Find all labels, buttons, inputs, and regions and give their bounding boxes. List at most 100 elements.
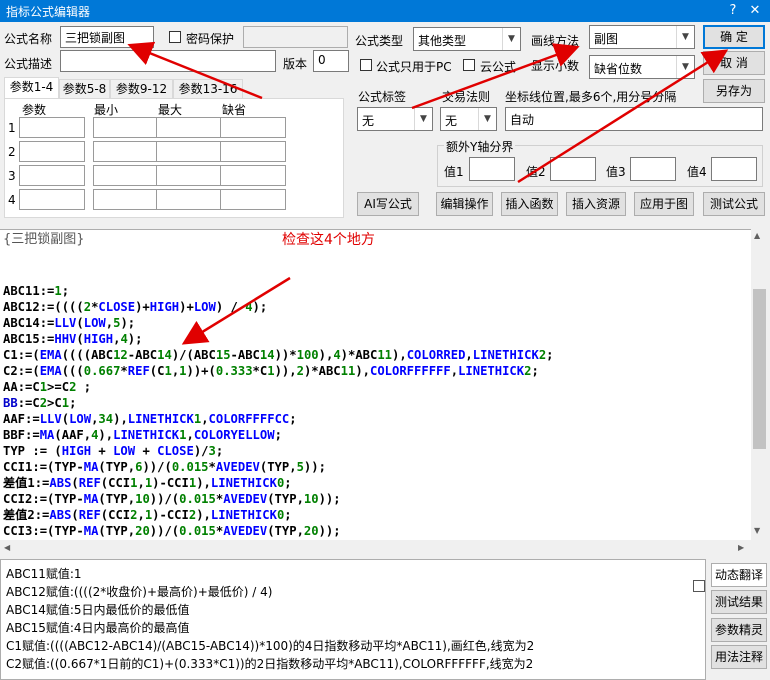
code-line: C2:=(EMA(((0.667*REF(C1,1))+(0.333*C1)),… (3, 364, 539, 378)
output-line: C1赋值:((((ABC12-ABC14)/(ABC15-ABC14))*100… (6, 639, 535, 653)
code-editor[interactable]: {三把锁副图} ABC11:=1; ABC12:=((((2*CLOSE)+HIG… (0, 229, 751, 541)
param-4-name[interactable] (19, 189, 85, 210)
param-1-max[interactable] (156, 117, 222, 138)
code-line: CCI1:=(TYP-MA(TYP,6))/(0.015*AVEDEV(TYP,… (3, 460, 326, 474)
param-1-name[interactable] (19, 117, 85, 138)
dynamic-translate-button[interactable]: 动态翻译 (711, 563, 767, 587)
param-header-default: 缺省 (222, 103, 247, 117)
param-header-name: 参数 (22, 103, 47, 117)
edit-ops-button[interactable]: 编辑操作 (436, 192, 493, 216)
code-line: ABC14:=LLV(LOW,5); (3, 316, 136, 330)
version-input[interactable]: 0 (313, 50, 349, 72)
scroll-right-icon[interactable]: ▶ (738, 543, 744, 552)
decimals-label: 显示小数 (531, 59, 580, 73)
value4-input[interactable] (711, 157, 757, 181)
coord-line-input[interactable]: 自动 (505, 107, 763, 131)
password-label: 密码保护 (186, 32, 235, 46)
param-2-default[interactable] (220, 141, 286, 162)
horizontal-scrollbar[interactable]: ◀ ▶ (0, 540, 751, 557)
pc-only-checkbox[interactable] (360, 59, 372, 71)
vertical-scrollbar[interactable]: ▲ ▼ (751, 229, 768, 540)
param-2-name[interactable] (19, 141, 85, 162)
scroll-up-icon[interactable]: ▲ (754, 231, 760, 240)
insert-function-button[interactable]: 插入函数 (501, 192, 558, 216)
window-title: 指标公式编辑器 (6, 5, 91, 19)
code-line: ABC11:=1; (3, 284, 70, 298)
value1-label: 值1 (444, 165, 464, 179)
param-2-max[interactable] (156, 141, 222, 162)
formula-type-select[interactable]: 其他类型 ▼ (413, 27, 521, 51)
close-icon[interactable]: ✕ (746, 2, 764, 20)
output-line: ABC11赋值:1 (6, 567, 82, 581)
param-2-min[interactable] (93, 141, 159, 162)
tab-params-1-4[interactable]: 参数1-4 (4, 77, 59, 99)
value3-label: 值3 (606, 165, 626, 179)
param-4-min[interactable] (93, 189, 159, 210)
param-3-max[interactable] (156, 165, 222, 186)
formula-desc-label: 公式描述 (4, 57, 53, 71)
password-checkbox[interactable] (169, 31, 181, 43)
code-line: 差值1:=ABS(REF(CCI1,1)-CCI1),LINETHICK0; (3, 476, 292, 490)
test-formula-button[interactable]: 测试公式 (703, 192, 765, 216)
cancel-button[interactable]: 取 消 (703, 51, 765, 75)
scroll-left-icon[interactable]: ◀ (4, 543, 10, 552)
cloud-formula-checkbox[interactable] (463, 59, 475, 71)
param-1-min[interactable] (93, 117, 159, 138)
param-header-max: 最大 (158, 103, 183, 117)
output-line: ABC15赋值:4日内最高价的最高值 (6, 621, 190, 635)
save-as-button[interactable]: 另存为 (703, 79, 765, 103)
value2-input[interactable] (550, 157, 596, 181)
trade-rule-select[interactable]: 无 ▼ (440, 107, 497, 131)
ok-button[interactable]: 确 定 (703, 25, 765, 49)
insert-resource-button[interactable]: 插入资源 (566, 192, 626, 216)
value4-label: 值4 (687, 165, 707, 179)
formula-tag-select[interactable]: 无 ▼ (357, 107, 433, 131)
tab-params-5-8[interactable]: 参数5-8 (59, 79, 110, 99)
draw-method-label: 画线方法 (531, 34, 580, 48)
param-wizard-button[interactable]: 参数精灵 (711, 618, 767, 642)
param-row-number: 1 (8, 121, 16, 135)
tab-params-13-16[interactable]: 参数13-16 (173, 79, 243, 99)
param-4-default[interactable] (220, 189, 286, 210)
code-line: 差值2:=ABS(REF(CCI2,1)-CCI2),LINETHICK0; (3, 508, 292, 522)
formula-name-input[interactable]: 三把锁副图 (60, 26, 154, 48)
param-3-default[interactable] (220, 165, 286, 186)
help-button[interactable]: ? (724, 2, 742, 20)
scroll-thumb[interactable] (753, 289, 766, 449)
value1-input[interactable] (469, 157, 515, 181)
draw-method-select[interactable]: 副图 ▼ (589, 25, 695, 49)
chevron-down-icon: ▼ (676, 56, 694, 78)
cloud-formula-label: 云公式 (480, 60, 517, 74)
title-bar: 指标公式编辑器 ? ✕ (0, 0, 770, 22)
password-input[interactable] (243, 26, 348, 48)
decimals-select[interactable]: 缺省位数 ▼ (589, 55, 695, 79)
trade-rule-label: 交易法则 (442, 90, 491, 104)
ai-write-button[interactable]: AI写公式 (357, 192, 419, 216)
formula-name-label: 公式名称 (4, 32, 53, 46)
value2-label: 值2 (526, 165, 546, 179)
chevron-down-icon: ▼ (676, 26, 694, 48)
pc-only-label: 公式只用于PC (376, 60, 452, 74)
coord-line-label: 坐标线位置,最多6个,用分号分隔 (505, 90, 677, 104)
formula-tag-label: 公式标签 (358, 90, 407, 104)
tab-params-9-12[interactable]: 参数9-12 (110, 79, 173, 99)
code-line: C1:=(EMA((((ABC12-ABC14)/(ABC15-ABC14))*… (3, 348, 554, 362)
output-checkbox[interactable] (693, 580, 705, 592)
param-3-name[interactable] (19, 165, 85, 186)
chevron-down-icon: ▼ (414, 108, 432, 130)
formula-type-value: 其他类型 (418, 34, 467, 48)
scroll-down-icon[interactable]: ▼ (754, 526, 760, 535)
usage-notes-button[interactable]: 用法注释 (711, 645, 767, 669)
value3-input[interactable] (630, 157, 676, 181)
decimals-value: 缺省位数 (594, 62, 643, 76)
param-row-number: 3 (8, 169, 16, 183)
apply-to-chart-button[interactable]: 应用于图 (634, 192, 694, 216)
test-result-button[interactable]: 测试结果 (711, 590, 767, 614)
code-line: AA:=C1>=C2 ; (3, 380, 92, 394)
param-3-min[interactable] (93, 165, 159, 186)
param-4-max[interactable] (156, 189, 222, 210)
param-1-default[interactable] (220, 117, 286, 138)
chevron-down-icon: ▼ (502, 28, 520, 50)
trade-rule-value: 无 (445, 114, 458, 128)
formula-desc-input[interactable] (60, 50, 276, 72)
